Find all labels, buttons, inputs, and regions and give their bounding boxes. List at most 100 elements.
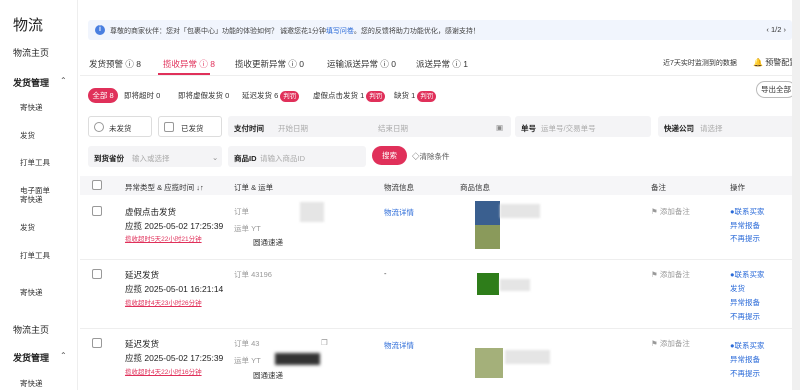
table-row: 虚假点击发货 应揽 2025-05-02 17:25:39 揽收超时5天22小时… [80,196,800,260]
tab-pickup-exception[interactable]: 揽收异常 ⓘ 8 [163,58,215,70]
sidebar-item-send-express-3[interactable]: 寄快递 [20,287,43,298]
redacted-block [500,204,540,218]
sidebar: 物流 物流主页 发货管理 ⌃ 寄快递 发货 打单工具 电子面单 寄快递 发货 打… [0,0,78,390]
end-date-input[interactable]: 结束日期 [378,123,408,134]
sidebar-item-print-tool[interactable]: 打单工具 [20,157,50,168]
col-actions: 操作 [730,183,745,192]
logistics-detail-link[interactable]: 物流详情 [384,207,414,218]
ship-link[interactable]: 发货 [730,283,745,294]
calendar-icon: ▣ [496,123,504,132]
col-product: 商品信息 [460,183,490,192]
sidebar-item-print-tool-2[interactable]: 打单工具 [20,250,50,261]
report-exception-link[interactable]: 异常报备 [730,297,760,308]
tab-delivery-exception[interactable]: 派送异常 ⓘ 1 [416,58,468,70]
sidebar-group-shipping-2[interactable]: 发货管理 [13,351,49,364]
penalty-badge: 判罚 [280,91,300,102]
pay-time-filter[interactable]: 支付时间 开始日期 结束日期 ▣ [228,116,511,137]
contact-buyer-link[interactable]: ●联系买家 [730,269,765,280]
product-image [475,348,503,378]
logistics-detail-link[interactable]: 物流详情 [384,340,414,351]
courier-filter[interactable]: 快递公司 请选择 [658,116,798,137]
table-row: 延迟发货 应揽 2025-05-01 16:21:14 揽收超时4天23小时26… [80,261,800,329]
add-note-button[interactable]: ⚑ 添加备注 [651,206,690,217]
chip-out-of-stock[interactable]: 缺货 1 判罚 [394,88,437,103]
product-image [477,273,499,295]
select-all-checkbox[interactable] [92,180,102,190]
chip-all[interactable]: 全部 8 [88,88,118,103]
monitor-text: 近7天实时监测到的数据 [663,60,737,67]
chip-delayed-shipping[interactable]: 延迟发货 6 判罚 [242,88,300,103]
contact-buyer-link[interactable]: ●联系买家 [730,340,765,351]
notice-text: 尊敬的商家伙伴：您对「包裹中心」功能的体验如何？ 诚邀您花1分钟填写问卷。您的反… [110,28,480,35]
scrollbar[interactable] [792,0,800,390]
clear-filters-button[interactable]: ◇清除条件 [412,151,450,162]
notice-pager[interactable]: ‹ 1/2 › [766,25,786,34]
unshipped-checkbox[interactable]: 未发货 [88,116,152,137]
penalty-badge: 判罚 [417,91,437,102]
redacted-block [505,350,550,364]
sidebar-item-send-express-4[interactable]: 寄快递 [20,378,43,389]
courier-select[interactable]: 请选择 [700,123,723,134]
col-order: 订单 & 运单 [234,183,274,192]
survey-link[interactable]: 填写问卷 [326,28,354,35]
search-button[interactable]: 搜索 [372,146,407,165]
export-all-button[interactable]: 导出全部 [756,81,796,98]
chip-about-to-fake-ship[interactable]: 即将虚假发货 0 [178,88,229,103]
sidebar-item-ship[interactable]: 发货 [20,130,35,141]
product-image [475,201,500,225]
sidebar-item-logistics-home-2[interactable]: 物流主页 [13,323,49,336]
chevron-up-icon[interactable]: ⌃ [60,351,67,360]
main-content: i 尊敬的商家伙伴：您对「包裹中心」功能的体验如何？ 诚邀您花1分钟填写问卷。您… [80,0,800,390]
table-header: 异常类型 & 应揽时间 ↓↑ 订单 & 运单 物流信息 商品信息 备注 操作 [80,176,800,195]
report-exception-link[interactable]: 异常报备 [730,220,760,231]
tab-shipping-warning[interactable]: 发货预警 ⓘ 8 [89,58,141,70]
checkbox-icon [164,122,174,132]
sidebar-title: 物流 [13,17,44,34]
row-checkbox[interactable] [92,338,102,348]
col-exception-type[interactable]: 异常类型 & 应揽时间 ↓↑ [125,182,204,193]
redacted-block [275,353,320,365]
product-id-input[interactable]: 请输入商品ID [260,153,305,164]
order-no-input[interactable]: 运单号/交易单号 [541,123,596,134]
table-row: 延迟发货 应揽 2025-05-02 17:25:39 揽收超时4天22小时16… [80,330,800,390]
tab-transport-exception[interactable]: 运输派送异常 ⓘ 0 [327,58,396,70]
redacted-block [300,202,324,222]
sidebar-group-shipping[interactable]: 发货管理 [13,76,49,89]
col-logistics: 物流信息 [384,183,414,192]
add-note-button[interactable]: ⚑ 添加备注 [651,269,690,280]
checkbox-icon [94,122,104,132]
province-filter[interactable]: 到货省份 输入或选择 ⌄ [88,146,222,167]
redacted-block [500,279,530,291]
sidebar-item-ship-2[interactable]: 发货 [20,222,35,233]
eraser-icon: ◇ [412,152,420,161]
dont-remind-link[interactable]: 不再提示 [730,233,760,244]
chevron-up-icon[interactable]: ⌃ [60,76,67,85]
product-image [475,225,500,249]
sidebar-item-send-express[interactable]: 寄快递 [20,102,43,113]
dont-remind-link[interactable]: 不再提示 [730,368,760,379]
bell-icon: 🔔 [753,58,763,67]
warning-config-button[interactable]: 🔔 预警配置 [753,57,797,68]
chip-about-to-timeout[interactable]: 即将超时 0 [124,88,160,103]
info-icon: i [95,25,105,35]
province-input[interactable]: 输入或选择 [132,153,170,164]
sidebar-item-send-express-2[interactable]: 寄快递 [20,194,43,205]
start-date-input[interactable]: 开始日期 [278,123,308,134]
penalty-badge: 判罚 [366,91,386,102]
row-checkbox[interactable] [92,269,102,279]
flag-icon: ⚑ [651,339,658,348]
contact-buyer-link[interactable]: ●联系买家 [730,206,765,217]
active-tab-indicator [158,73,210,75]
tab-pickup-update-exception[interactable]: 揽收更新异常 ⓘ 0 [235,58,304,70]
dont-remind-link[interactable]: 不再提示 [730,311,760,322]
copy-icon[interactable]: ❐ [321,338,328,347]
sidebar-item-logistics-home[interactable]: 物流主页 [13,46,49,59]
report-exception-link[interactable]: 异常报备 [730,354,760,365]
row-checkbox[interactable] [92,206,102,216]
order-no-filter[interactable]: 单号 运单号/交易单号 [515,116,651,137]
shipped-checkbox[interactable]: 已发货 [158,116,222,137]
chip-fake-click-ship[interactable]: 虚假点击发货 1 判罚 [313,88,386,103]
add-note-button[interactable]: ⚑ 添加备注 [651,338,690,349]
notice-bar: i 尊敬的商家伙伴：您对「包裹中心」功能的体验如何？ 诚邀您花1分钟填写问卷。您… [88,20,792,40]
product-id-filter[interactable]: 商品ID 请输入商品ID [228,146,366,167]
